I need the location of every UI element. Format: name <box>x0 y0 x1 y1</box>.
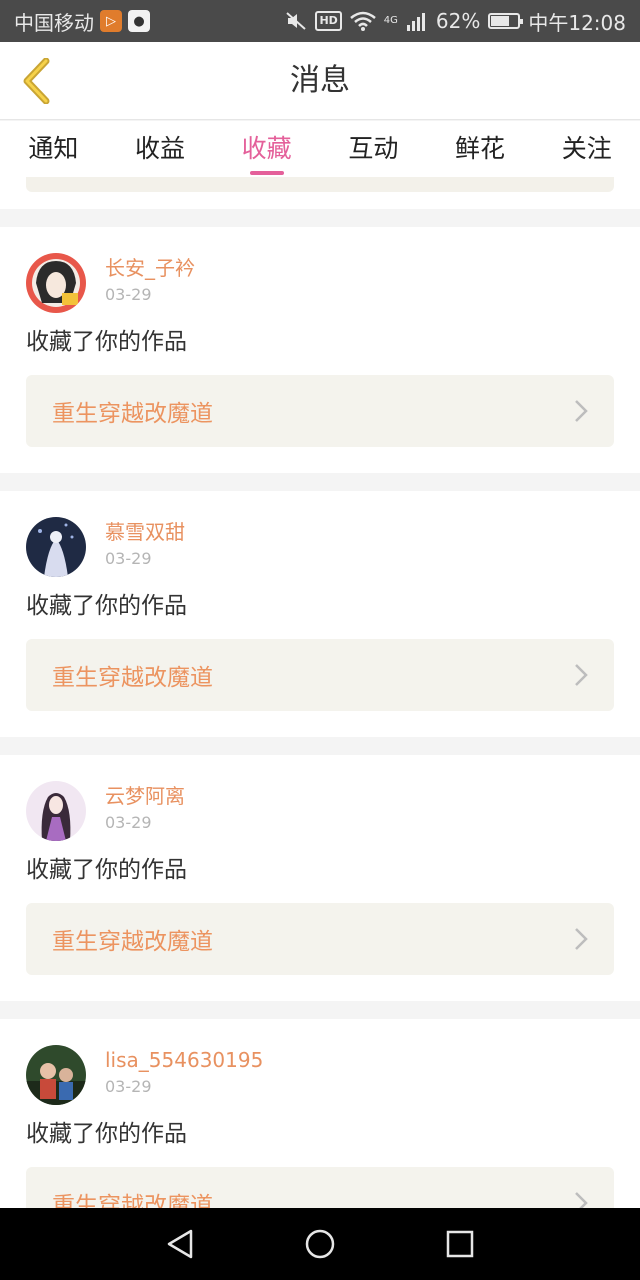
page-title: 消息 <box>290 63 350 98</box>
battery-level <box>491 16 509 26</box>
work-link[interactable]: 重生穿越改魔道 <box>26 375 614 447</box>
pet-app-icon: ● <box>128 10 150 32</box>
avatar[interactable] <box>26 781 86 841</box>
chevron-right-icon <box>575 664 588 686</box>
video-app-icon: ▷ <box>100 10 122 32</box>
work-title: 重生穿越改魔道 <box>52 401 213 427</box>
action-text: 收藏了你的作品 <box>26 593 187 619</box>
signal-icon <box>406 13 425 31</box>
username[interactable]: lisa_554630195 <box>105 1045 263 1075</box>
avatar[interactable] <box>26 1045 86 1105</box>
nav-home-button[interactable] <box>290 1214 350 1274</box>
avatar[interactable] <box>26 517 86 577</box>
clock: 中午12:08 <box>528 10 626 35</box>
notification-card: 慕雪双甜 03-29 收藏了你的作品 重生穿越改魔道 <box>0 491 640 737</box>
message-list[interactable]: 长安_子衿 03-29 收藏了你的作品 重生穿越改魔道 慕雪双甜 03-29 收… <box>0 177 640 1208</box>
chevron-right-icon <box>575 1192 588 1208</box>
avatar[interactable] <box>26 253 86 313</box>
tab-follow[interactable]: 关注 <box>533 121 640 177</box>
network-type: 4G <box>383 15 398 26</box>
message-date: 03-29 <box>105 1077 152 1096</box>
tab-notice[interactable]: 通知 <box>0 121 107 177</box>
tab-interaction[interactable]: 互动 <box>320 121 427 177</box>
tab-bar: 通知 收益 收藏 互动 鲜花 关注 <box>0 121 640 177</box>
work-title: 重生穿越改魔道 <box>52 1193 213 1208</box>
carrier-label: 中国移动 <box>14 10 94 35</box>
action-text: 收藏了你的作品 <box>26 857 187 883</box>
action-text: 收藏了你的作品 <box>26 1121 187 1147</box>
message-date: 03-29 <box>105 285 152 304</box>
nav-back-button[interactable] <box>150 1214 210 1274</box>
username[interactable]: 云梦阿离 <box>105 781 185 811</box>
work-link[interactable]: 重生穿越改魔道 <box>26 639 614 711</box>
mute-icon <box>286 12 307 30</box>
triangle-back-icon <box>167 1229 193 1259</box>
wifi-icon <box>349 11 376 31</box>
chevron-right-icon <box>575 400 588 422</box>
work-title: 重生穿越改魔道 <box>52 665 213 691</box>
tab-favorites[interactable]: 收藏 <box>213 121 320 177</box>
work-link[interactable]: 重生穿越改魔道 <box>26 903 614 975</box>
username[interactable]: 长安_子衿 <box>105 253 195 283</box>
tab-income[interactable]: 收益 <box>107 121 214 177</box>
nav-recents-button[interactable] <box>430 1214 490 1274</box>
message-date: 03-29 <box>105 549 152 568</box>
square-recents-icon <box>446 1230 474 1258</box>
system-nav-bar <box>0 1208 640 1280</box>
action-text: 收藏了你的作品 <box>26 329 187 355</box>
hd-icon: HD <box>315 11 342 31</box>
work-link[interactable]: 重生穿越改魔道 <box>26 1167 614 1208</box>
work-title: 重生穿越改魔道 <box>52 929 213 955</box>
battery-percent: 62% <box>435 9 481 33</box>
username[interactable]: 慕雪双甜 <box>105 517 185 547</box>
notification-card: lisa_554630195 03-29 收藏了你的作品 重生穿越改魔道 <box>0 1019 640 1208</box>
notification-card: 云梦阿离 03-29 收藏了你的作品 重生穿越改魔道 <box>0 755 640 1001</box>
status-bar: 中国移动 ▷ ● HD 4G 62% 中午12:08 <box>0 0 640 42</box>
previous-card-tail <box>0 177 640 209</box>
circle-home-icon <box>305 1229 335 1259</box>
notification-card: 长安_子衿 03-29 收藏了你的作品 重生穿越改魔道 <box>0 227 640 473</box>
battery-icon <box>488 13 524 29</box>
header-bar: 消息 <box>0 42 640 120</box>
message-date: 03-29 <box>105 813 152 832</box>
tab-flowers[interactable]: 鲜花 <box>427 121 534 177</box>
chevron-right-icon <box>575 928 588 950</box>
